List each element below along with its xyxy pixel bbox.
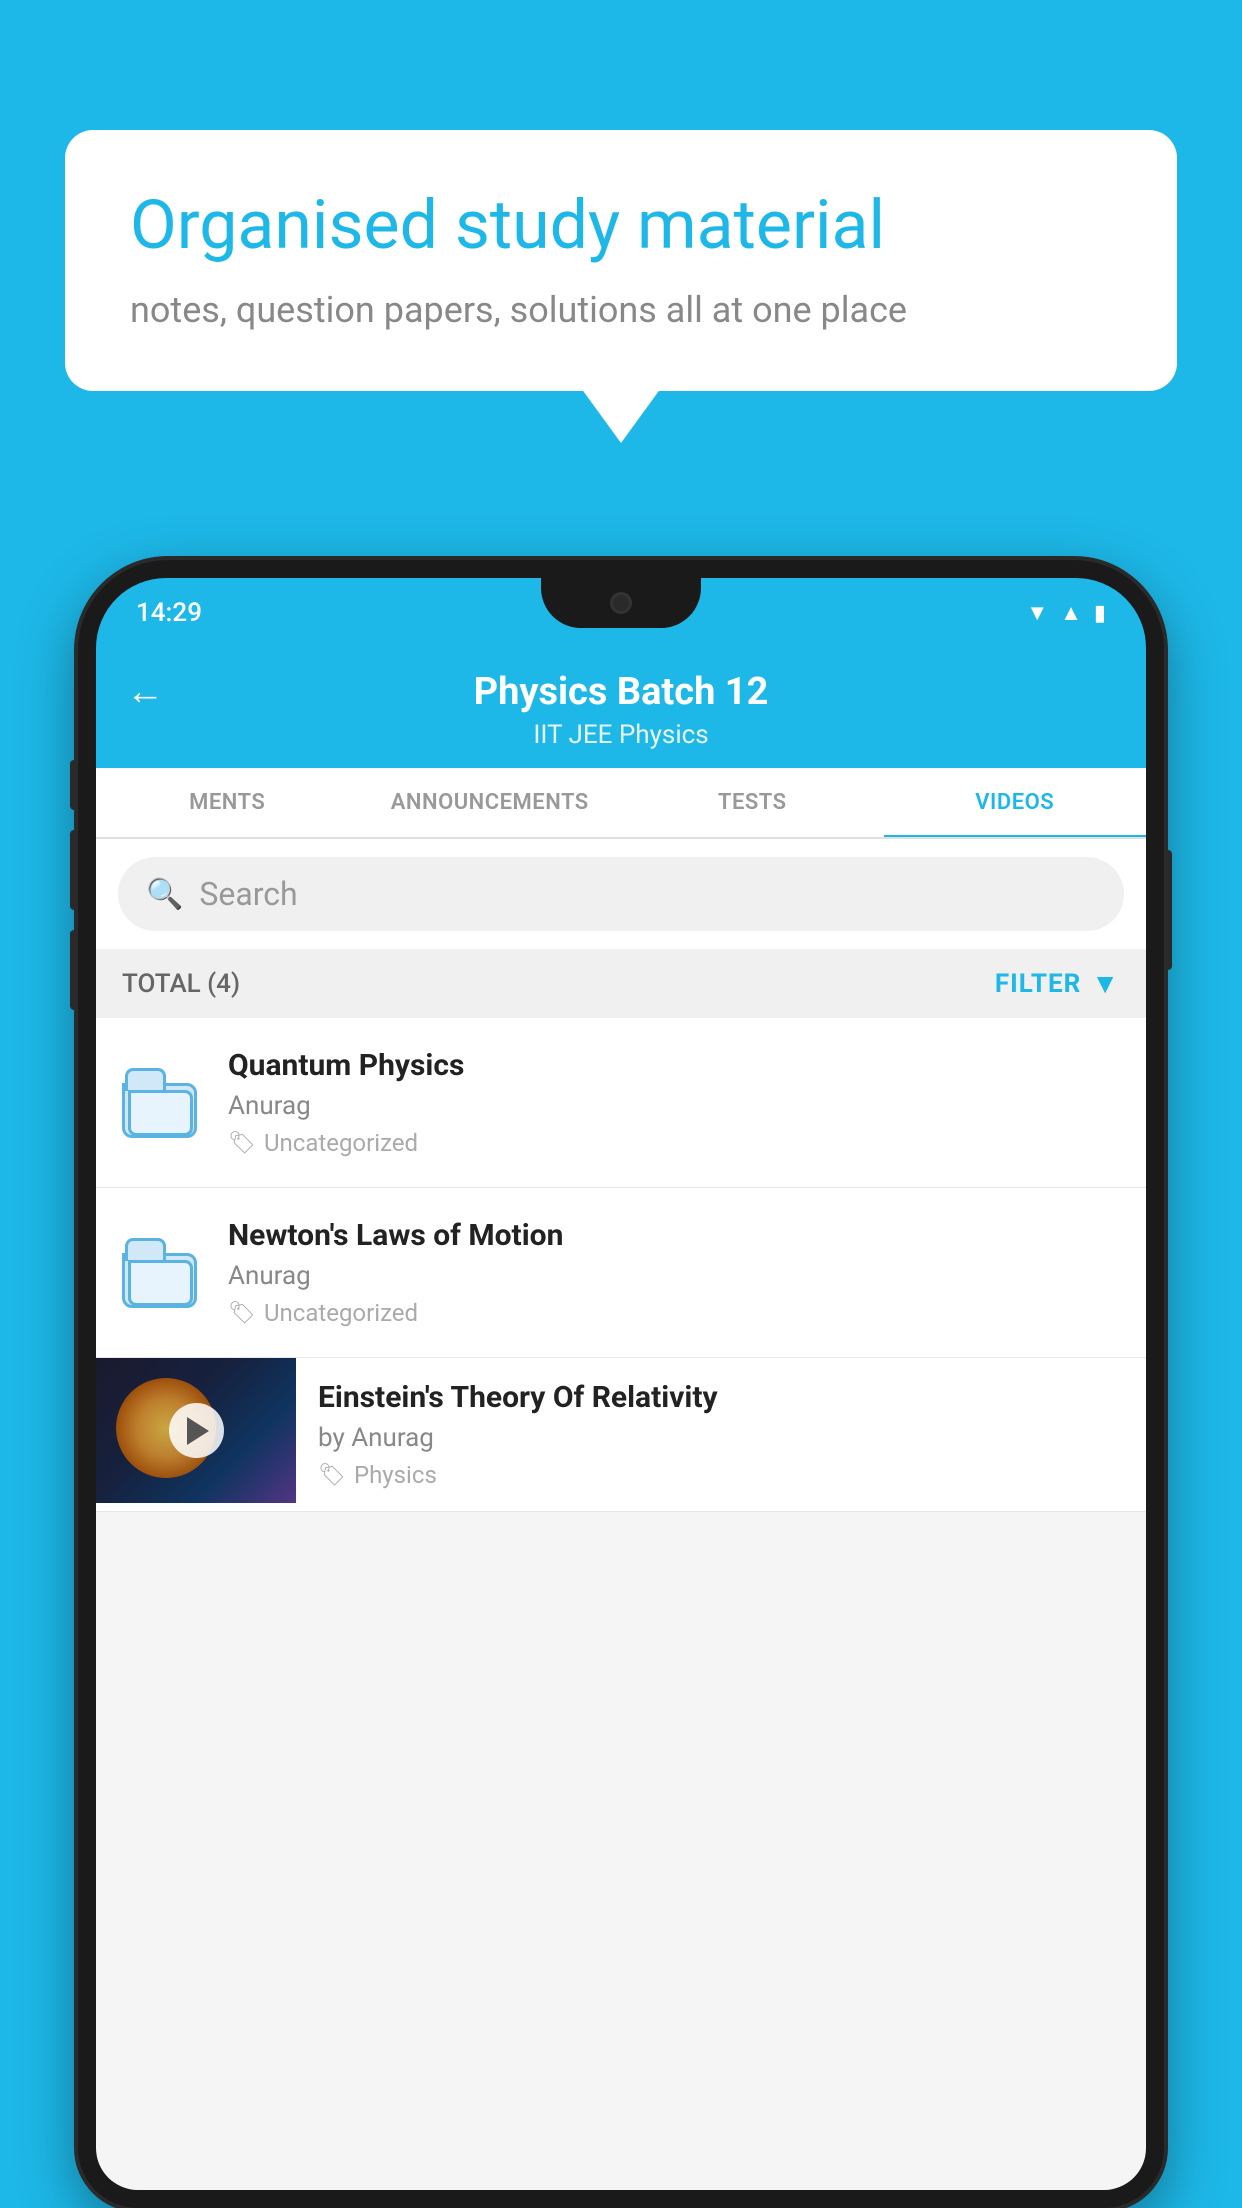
signal-icon: ▲ [1060, 600, 1082, 626]
list-item[interactable]: Newton's Laws of Motion Anurag 🏷 Uncateg… [96, 1188, 1146, 1358]
list-item[interactable]: Einstein's Theory Of Relativity by Anura… [96, 1358, 1146, 1512]
header-title: Physics Batch 12 [474, 670, 769, 714]
tab-videos[interactable]: VIDEOS [884, 768, 1147, 837]
header-subtitle: IIT JEE Physics [126, 720, 1116, 750]
app-header: ← Physics Batch 12 IIT JEE Physics [96, 648, 1146, 768]
side-button-left-top [70, 760, 78, 810]
tab-tests[interactable]: TESTS [621, 768, 884, 837]
header-row: ← Physics Batch 12 [126, 670, 1116, 714]
filter-label: FILTER [995, 969, 1081, 999]
item-content-2: Newton's Laws of Motion Anurag 🏷 Uncateg… [228, 1218, 1120, 1327]
bubble-title: Organised study material [130, 185, 1112, 267]
play-button[interactable] [169, 1403, 224, 1458]
speech-bubble: Organised study material notes, question… [65, 130, 1177, 391]
tag-label-1: Uncategorized [264, 1129, 418, 1157]
status-time: 14:29 [136, 598, 202, 628]
video-info: Einstein's Theory Of Relativity by Anura… [296, 1358, 1146, 1511]
tag-icon-2: 🏷 [228, 1301, 256, 1326]
search-input[interactable]: Search [199, 875, 297, 913]
phone-frame: 14:29 ▼ ▲ ▮ ← Physics Batch 12 IIT JEE P… [78, 560, 1164, 2208]
video-title: Einstein's Theory Of Relativity [318, 1380, 1124, 1415]
total-count: TOTAL (4) [122, 969, 240, 999]
folder-icon-2 [122, 1238, 202, 1308]
speech-bubble-container: Organised study material notes, question… [65, 130, 1177, 391]
tabs-bar: MENTS ANNOUNCEMENTS TESTS VIDEOS [96, 768, 1146, 839]
back-button[interactable]: ← [126, 670, 164, 714]
video-tag: 🏷 Physics [318, 1461, 1124, 1489]
item-title-1: Quantum Physics [228, 1048, 1120, 1083]
filter-icon: ▼ [1091, 967, 1120, 1000]
battery-icon: ▮ [1094, 601, 1106, 626]
list-container: Quantum Physics Anurag 🏷 Uncategorized [96, 1018, 1146, 1512]
phone-screen: ← Physics Batch 12 IIT JEE Physics MENTS… [96, 648, 1146, 2190]
tag-icon-1: 🏷 [228, 1131, 256, 1156]
status-icons: ▼ ▲ ▮ [1026, 600, 1106, 626]
item-title-2: Newton's Laws of Motion [228, 1218, 1120, 1253]
notch [541, 578, 701, 628]
search-bar[interactable]: 🔍 Search [118, 857, 1124, 931]
item-author-2: Anurag [228, 1261, 1120, 1291]
video-thumbnail [96, 1358, 296, 1503]
list-item[interactable]: Quantum Physics Anurag 🏷 Uncategorized [96, 1018, 1146, 1188]
tag-label-2: Uncategorized [264, 1299, 418, 1327]
search-bar-container: 🔍 Search [96, 839, 1146, 949]
tag-icon-3: 🏷 [318, 1463, 346, 1488]
wifi-icon: ▼ [1026, 600, 1048, 626]
tab-ments[interactable]: MENTS [96, 768, 359, 837]
item-author-1: Anurag [228, 1091, 1120, 1121]
camera [610, 592, 632, 614]
search-icon: 🔍 [146, 877, 183, 912]
item-tag-2: 🏷 Uncategorized [228, 1299, 1120, 1327]
item-tag-1: 🏷 Uncategorized [228, 1129, 1120, 1157]
side-button-left-mid2 [70, 930, 78, 1010]
side-button-left-mid1 [70, 830, 78, 910]
side-button-right [1164, 850, 1172, 970]
video-author: by Anurag [318, 1423, 1124, 1453]
play-icon [187, 1417, 209, 1445]
item-content-1: Quantum Physics Anurag 🏷 Uncategorized [228, 1048, 1120, 1157]
tab-announcements[interactable]: ANNOUNCEMENTS [359, 768, 622, 837]
bubble-subtitle: notes, question papers, solutions all at… [130, 289, 1112, 331]
filter-row: TOTAL (4) FILTER ▼ [96, 949, 1146, 1018]
status-bar: 14:29 ▼ ▲ ▮ [96, 578, 1146, 648]
folder-icon-1 [122, 1068, 202, 1138]
tag-label-3: Physics [354, 1461, 437, 1489]
filter-button[interactable]: FILTER ▼ [995, 967, 1120, 1000]
